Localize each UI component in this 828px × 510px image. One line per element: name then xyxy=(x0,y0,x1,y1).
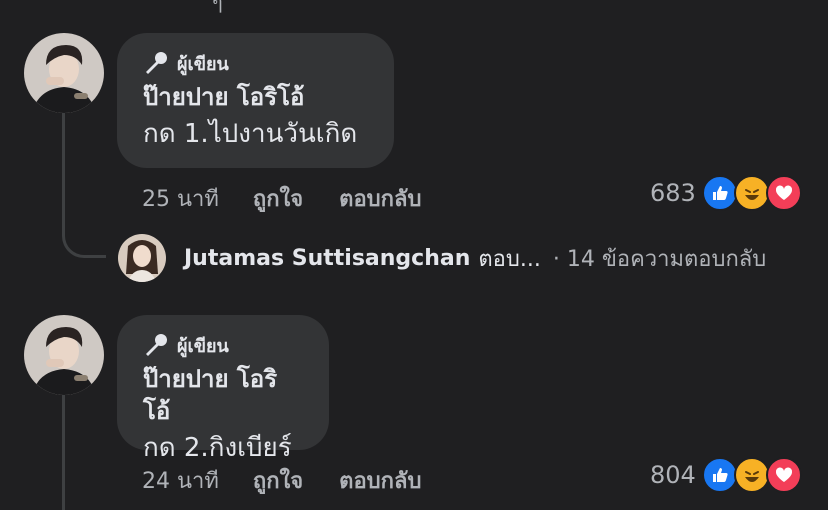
reaction-summary[interactable]: 804 xyxy=(650,457,802,493)
author-badge: ผู้เขียน xyxy=(143,333,303,357)
thread-line-2 xyxy=(62,394,65,510)
comment-text: กด 2.กิงเบียร์ xyxy=(143,433,292,463)
comment-bubble: ผู้เขียน ป๊ายปาย โอริโอ้ กด 2.กิงเบียร์ xyxy=(117,315,329,463)
previous-comment-fragment: ๆ xyxy=(0,0,828,14)
like-button[interactable]: ถูกใจ xyxy=(253,181,303,216)
reaction-summary[interactable]: 683 xyxy=(650,175,802,211)
comment-bubble: ผู้เขียน ป๊ายปาย โอริโอ้ กด 1.ไปงานวันเก… xyxy=(117,33,394,168)
haha-icon xyxy=(733,175,770,211)
thread-connector-curve xyxy=(62,210,106,258)
reply-verb: ตอบ... xyxy=(478,246,541,272)
author-badge-label: ผู้เขียน xyxy=(177,335,229,357)
like-icon xyxy=(701,457,738,493)
replier-name[interactable]: Jutamas Suttisangchan xyxy=(184,246,470,271)
haha-icon xyxy=(733,457,770,493)
author-badge: ผู้เขียน xyxy=(143,51,368,75)
commenter-name[interactable]: ป๊ายปาย โอริโอ้ xyxy=(143,81,368,113)
reply-preview[interactable]: Jutamas Suttisangchan ตอบ... · 14 ข้อควา… xyxy=(118,234,766,282)
love-icon xyxy=(765,457,802,493)
reaction-count: 683 xyxy=(650,179,696,207)
reply-button[interactable]: ตอบกลับ xyxy=(339,463,421,498)
comment-timestamp[interactable]: 24 นาที xyxy=(142,463,219,498)
author-avatar[interactable] xyxy=(24,33,104,113)
like-button[interactable]: ถูกใจ xyxy=(253,463,303,498)
view-replies-link[interactable]: · 14 ข้อความตอบกลับ xyxy=(553,241,766,276)
previous-comment-text: ๆ xyxy=(212,0,223,14)
comment-timestamp[interactable]: 25 นาที xyxy=(142,181,219,216)
reaction-count: 804 xyxy=(650,461,696,489)
comment-thread: ๆ ผู้เขียน ป๊ายปาย โอริโอ้ กด 1.ไปงานวัน… xyxy=(0,0,828,510)
comment-actions: 25 นาที ถูกใจ ตอบกลับ xyxy=(142,181,421,216)
microphone-icon xyxy=(146,334,167,356)
microphone-icon xyxy=(146,52,167,74)
replier-avatar[interactable] xyxy=(118,234,166,282)
like-icon xyxy=(701,175,738,211)
thread-line-1 xyxy=(62,112,65,212)
commenter-name[interactable]: ป๊ายปาย โอริโอ้ xyxy=(143,363,303,427)
comment-text: กด 1.ไปงานวันเกิด xyxy=(143,119,358,149)
author-avatar[interactable] xyxy=(24,315,104,395)
reply-button[interactable]: ตอบกลับ xyxy=(339,181,421,216)
comment-actions: 24 นาที ถูกใจ ตอบกลับ xyxy=(142,463,421,498)
love-icon xyxy=(765,175,802,211)
author-badge-label: ผู้เขียน xyxy=(177,53,229,75)
